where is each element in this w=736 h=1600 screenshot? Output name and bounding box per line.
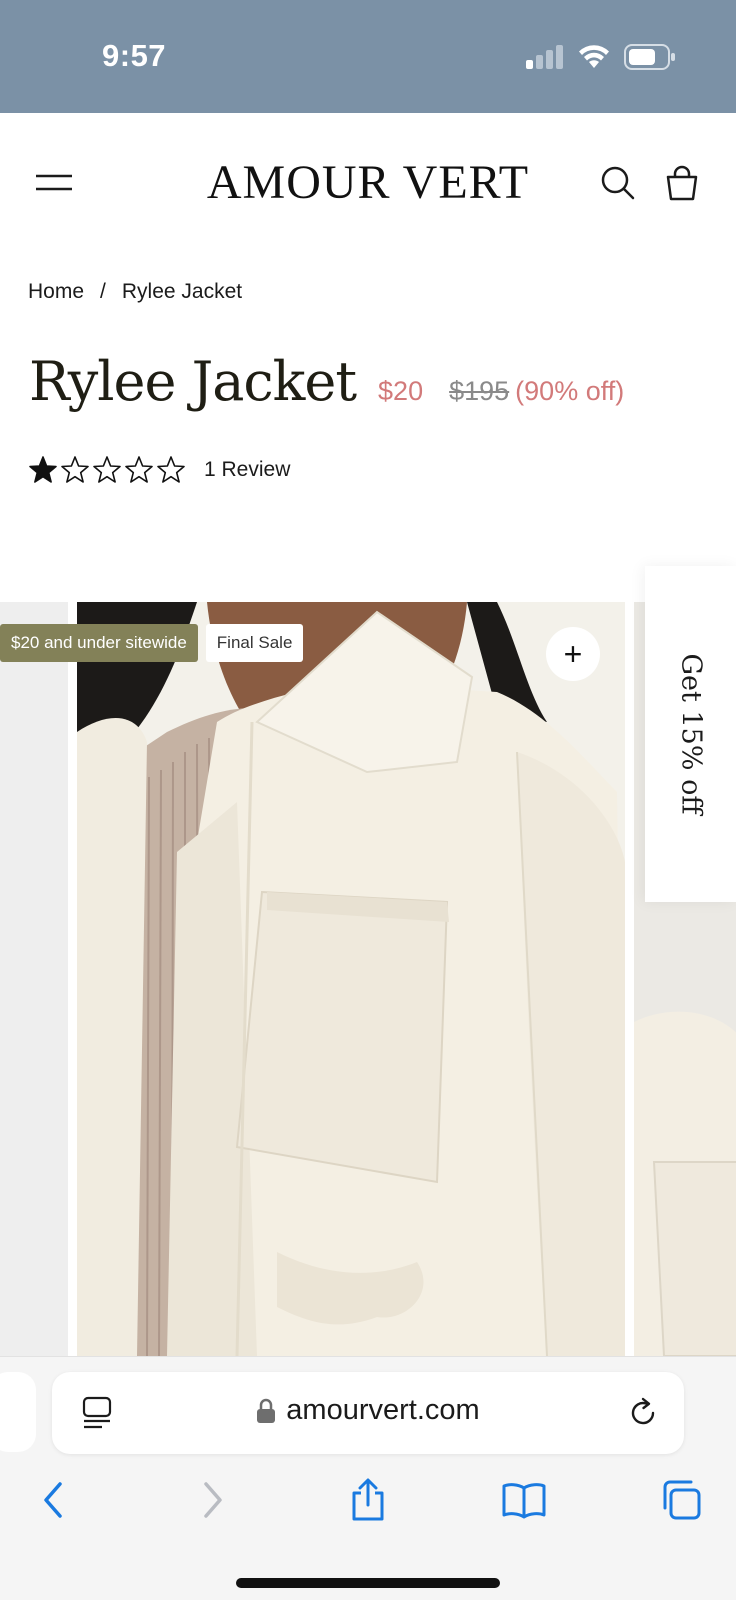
site-header: AMOUR VERT xyxy=(0,113,736,253)
star-rating[interactable] xyxy=(28,455,186,485)
breadcrumb-separator: / xyxy=(100,280,106,303)
product-title-row: Rylee Jacket $20 $195 (90% off) xyxy=(29,350,624,413)
battery-icon xyxy=(624,44,675,70)
product-title: Rylee Jacket xyxy=(29,350,357,413)
star-empty-icon xyxy=(125,456,153,483)
star-empty-icon xyxy=(157,456,185,483)
home-indicator xyxy=(236,1578,500,1588)
promo-tab-text: Get 15% off xyxy=(675,653,706,815)
status-time: 9:57 xyxy=(102,38,167,73)
signal-icon xyxy=(526,45,563,69)
tabs-button[interactable] xyxy=(656,1475,706,1525)
promo-badge: $20 and under sitewide xyxy=(0,624,198,662)
discount-promo-tab[interactable]: Get 15% off xyxy=(645,566,736,902)
breadcrumb: Home / Rylee Jacket xyxy=(28,280,242,304)
star-filled-icon xyxy=(29,456,57,483)
browser-nav-row xyxy=(0,1475,736,1535)
browser-toolbar: amourvert.com xyxy=(0,1356,736,1600)
reload-icon[interactable] xyxy=(626,1396,660,1430)
lock-icon xyxy=(257,1398,276,1423)
product-gallery[interactable]: $20 and under sitewide Final Sale + xyxy=(0,602,736,1356)
review-count-link[interactable]: 1 Review xyxy=(204,458,290,482)
address-bar[interactable]: amourvert.com xyxy=(52,1372,684,1454)
bookmarks-button[interactable] xyxy=(499,1475,549,1525)
forward-button[interactable] xyxy=(188,1475,238,1525)
discount-label: (90% off) xyxy=(515,376,625,406)
share-button[interactable] xyxy=(343,1475,393,1525)
sale-price: $20 xyxy=(378,376,424,406)
breadcrumb-home-link[interactable]: Home xyxy=(28,280,84,304)
shopping-bag-icon xyxy=(666,165,698,201)
rating-row: 1 Review xyxy=(28,455,290,485)
forward-icon xyxy=(204,1482,222,1518)
status-bar: 9:57 xyxy=(0,0,736,113)
search-button[interactable] xyxy=(598,163,638,203)
product-image xyxy=(77,602,625,1356)
back-icon xyxy=(44,1482,62,1518)
search-icon xyxy=(601,166,635,200)
url-text: amourvert.com xyxy=(286,1394,480,1426)
cart-button[interactable] xyxy=(662,163,702,203)
plus-icon: + xyxy=(563,635,583,672)
tabs-icon xyxy=(663,1480,701,1520)
bookmarks-icon xyxy=(502,1483,546,1519)
status-icons xyxy=(526,44,676,70)
original-price: $195 xyxy=(449,376,510,406)
url-display[interactable]: amourvert.com xyxy=(52,1394,684,1427)
zoom-button[interactable]: + xyxy=(546,627,600,681)
gallery-slide-current[interactable] xyxy=(77,602,625,1356)
star-empty-icon xyxy=(61,456,89,483)
previous-tab-peek[interactable] xyxy=(0,1372,36,1452)
gallery-slide-previous[interactable] xyxy=(0,602,68,1356)
final-sale-badge: Final Sale xyxy=(205,624,304,662)
back-button[interactable] xyxy=(28,1475,78,1525)
share-icon xyxy=(352,1478,384,1521)
wifi-icon xyxy=(579,45,609,68)
product-badges: $20 and under sitewide Final Sale xyxy=(0,624,304,662)
breadcrumb-current: Rylee Jacket xyxy=(121,280,243,303)
star-empty-icon xyxy=(93,456,121,483)
